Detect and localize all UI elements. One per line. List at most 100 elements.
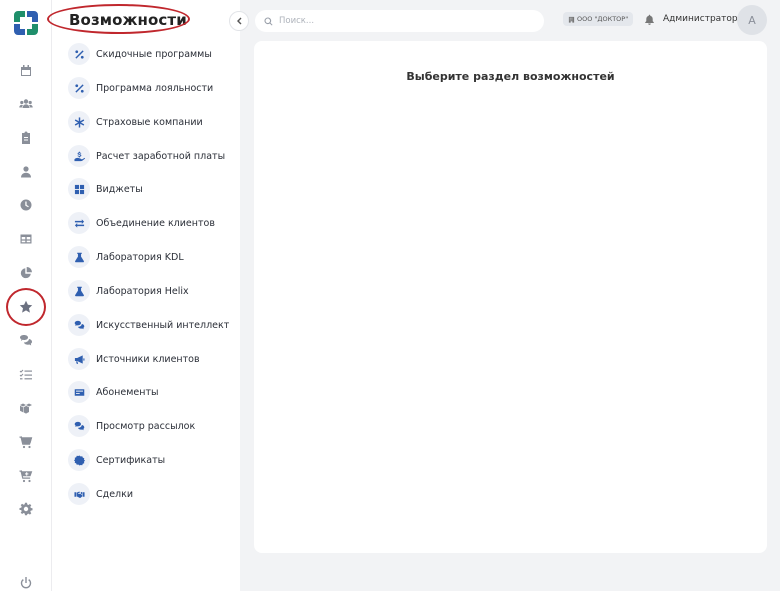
percent-icon [74, 83, 84, 93]
feature-label: Искусственный интеллект [96, 319, 230, 331]
merge-arrows-icon [74, 218, 84, 228]
feature-item-widgets[interactable]: Виджеты [68, 177, 143, 201]
feature-item-subscriptions[interactable]: Абонементы [68, 380, 158, 404]
feature-icon-wrap [68, 415, 90, 437]
feature-item-deals[interactable]: Сделки [68, 482, 133, 506]
notifications-button[interactable] [642, 12, 656, 26]
feature-icon-wrap [68, 178, 90, 200]
org-name: ООО "ДОКТОР" [577, 15, 629, 23]
flask-icon [74, 252, 84, 262]
salary-hand-icon [73, 151, 85, 161]
user-icon [21, 166, 31, 178]
rail-reports[interactable] [14, 261, 38, 285]
rail-user[interactable] [14, 160, 38, 184]
avatar[interactable]: А [737, 5, 767, 35]
feature-label: Источники клиентов [96, 353, 200, 365]
feature-label: Объединение клиентов [96, 217, 215, 229]
sidebar-title: Возможности [69, 11, 187, 29]
clock-icon [20, 199, 32, 211]
search-input[interactable] [279, 16, 519, 26]
feature-icon-wrap [68, 246, 90, 268]
feature-item-lab-helix[interactable]: Лаборатория Helix [68, 279, 189, 303]
feature-item-client-sources[interactable]: Источники клиентов [68, 347, 200, 371]
percent-icon [74, 49, 84, 59]
feature-icon-wrap [68, 77, 90, 99]
feature-item-insurance[interactable]: Страховые компании [68, 110, 203, 134]
collapse-sidebar-button[interactable] [229, 11, 249, 31]
features-sidebar: Возможности Скидочные программы Программ… [52, 0, 240, 591]
main-content-panel: Выберите раздел возможностей [254, 41, 767, 553]
feature-item-salary[interactable]: Расчет заработной платы [68, 144, 225, 168]
feature-icon-wrap [68, 212, 90, 234]
rail-features[interactable] [14, 295, 38, 319]
feature-icon-wrap [68, 43, 90, 65]
flask-icon [74, 286, 84, 296]
rail-cart[interactable] [14, 430, 38, 454]
feature-label: Сертификаты [96, 454, 166, 466]
feature-label: Страховые компании [96, 116, 203, 128]
rail-clock[interactable] [14, 193, 38, 217]
table-icon [20, 234, 32, 244]
building-icon [568, 16, 575, 23]
chat-icon [20, 335, 32, 346]
checklist-icon [19, 369, 32, 380]
power-icon [20, 577, 32, 589]
user-name[interactable]: Администратор [663, 14, 738, 24]
feature-item-loyalty[interactable]: Программа лояльности [68, 76, 213, 100]
feature-icon-wrap [68, 381, 90, 403]
handshake-icon [73, 491, 85, 498]
rail-users[interactable] [14, 92, 38, 116]
rail-table[interactable] [14, 227, 38, 251]
asterisk-icon [74, 116, 84, 128]
chevron-left-icon [237, 17, 242, 25]
feature-label: Скидочные программы [96, 48, 212, 60]
feature-label: Сделки [96, 488, 134, 500]
feature-icon-wrap [68, 280, 90, 302]
chat-bubbles-icon [74, 421, 84, 430]
feature-item-certificates[interactable]: Сертификаты [68, 448, 165, 472]
feature-label: Лаборатория KDL [96, 251, 184, 263]
feature-label: Просмотр рассылок [96, 420, 196, 432]
feature-icon-wrap [68, 348, 90, 370]
feature-label: Программа лояльности [96, 82, 214, 94]
bell-icon [644, 14, 654, 25]
feature-item-mailings[interactable]: Просмотр рассылок [68, 414, 195, 438]
cart-plus-icon [19, 470, 33, 483]
feature-icon-wrap [68, 145, 90, 167]
rail-logout[interactable] [14, 571, 38, 591]
cart-icon [19, 436, 33, 449]
feature-icon-wrap [68, 111, 90, 133]
feature-item-discounts[interactable]: Скидочные программы [68, 42, 212, 66]
rail-warehouse[interactable] [14, 396, 38, 420]
feature-icon-wrap [68, 483, 90, 505]
rail-clipboard[interactable] [14, 126, 38, 150]
rail-settings[interactable] [14, 497, 38, 521]
calendar-icon [21, 65, 31, 76]
pie-chart-icon [20, 267, 32, 279]
widgets-grid-icon [74, 184, 84, 194]
rail-chat[interactable] [14, 329, 38, 353]
icon-rail [0, 0, 52, 591]
feature-label: Расчет заработной платы [96, 150, 226, 162]
rail-checklist[interactable] [14, 363, 38, 387]
feature-icon-wrap [68, 449, 90, 471]
boxes-icon [20, 403, 32, 414]
feature-icon-wrap [68, 314, 90, 336]
chat-bubbles-icon [74, 320, 84, 329]
search-icon [264, 16, 273, 26]
ticket-card-icon [74, 388, 84, 396]
feature-item-ai[interactable]: Искусственный интеллект [68, 313, 229, 337]
rail-cart-plus[interactable] [14, 464, 38, 488]
feature-label: Виджеты [96, 183, 143, 195]
search-box[interactable] [255, 10, 544, 32]
gear-icon [19, 502, 33, 516]
rail-calendar[interactable] [14, 59, 38, 83]
certificate-badge-icon [73, 454, 85, 466]
app-logo-icon[interactable] [11, 8, 41, 38]
feature-item-merge-clients[interactable]: Объединение клиентов [68, 211, 215, 235]
feature-item-lab-kdl[interactable]: Лаборатория KDL [68, 245, 184, 269]
users-icon [19, 99, 33, 108]
page-title: Выберите раздел возможностей [406, 70, 615, 83]
org-badge[interactable]: ООО "ДОКТОР" [563, 12, 634, 26]
star-icon [19, 300, 33, 313]
